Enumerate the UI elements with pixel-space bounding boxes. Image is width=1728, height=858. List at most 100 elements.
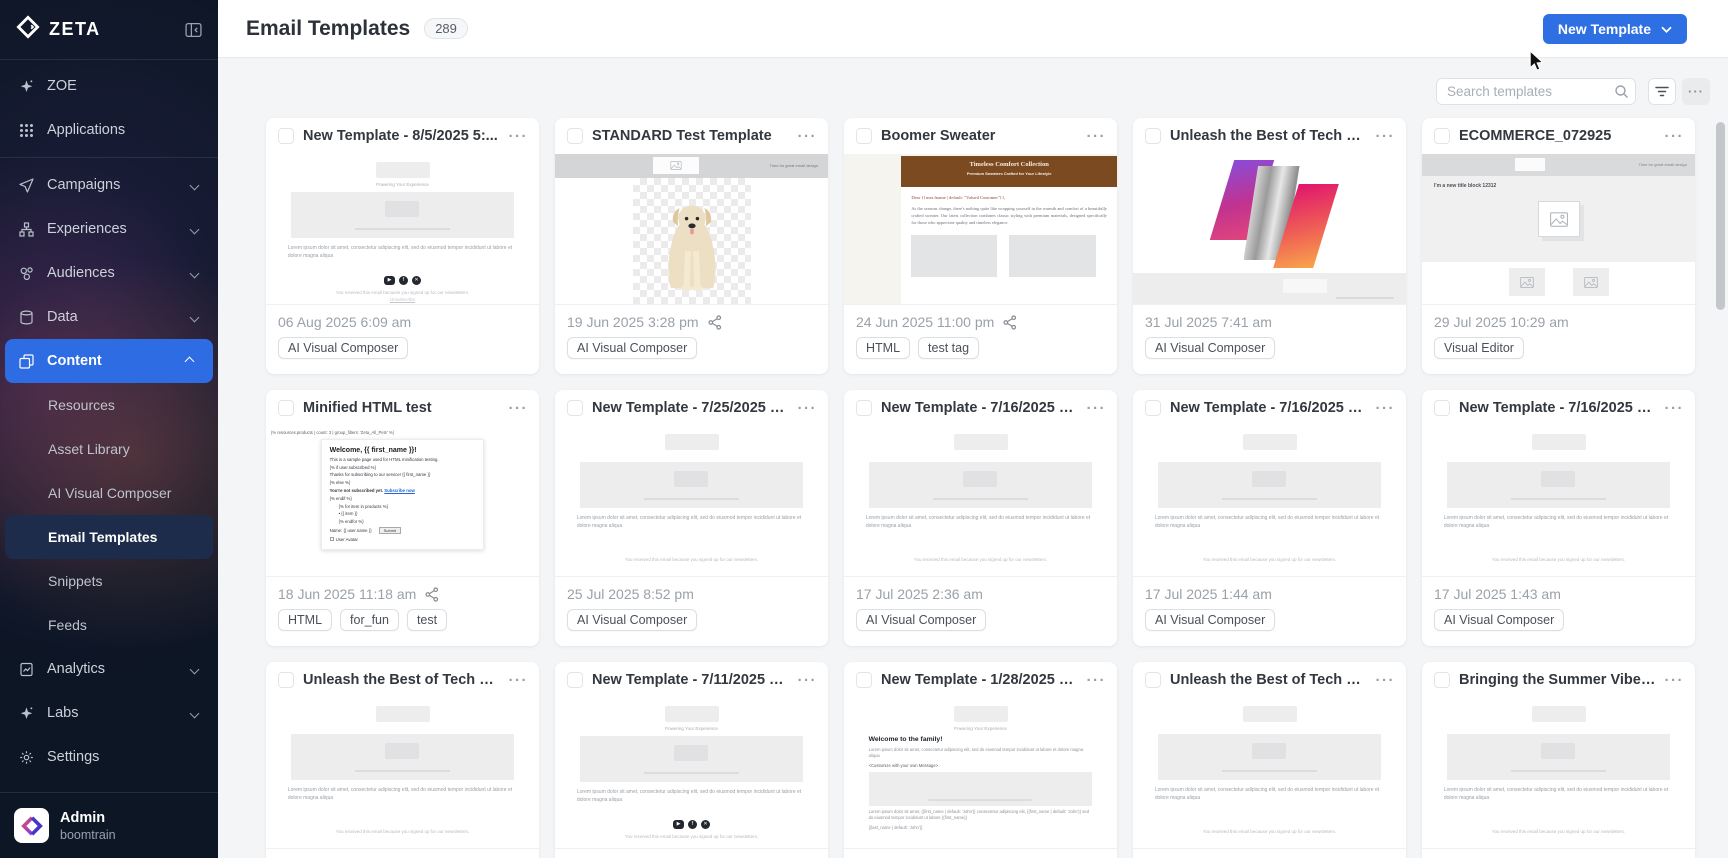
thumb-title: Welcome to the family! [869, 736, 1093, 743]
card-menu-button[interactable]: ··· [1087, 128, 1107, 145]
filter-button[interactable] [1648, 78, 1676, 105]
sidebar-item-applications[interactable]: Applications [0, 108, 218, 152]
card-menu-button[interactable]: ··· [798, 400, 818, 417]
template-card[interactable]: Unleash the Best of Tech This...··· Lore… [266, 662, 539, 858]
template-title: Unleash the Best of Tech This... [1170, 672, 1367, 688]
thumb-body-text: Lorem ipsum dolor sit amet, consectetur … [869, 747, 1093, 760]
template-tag: test tag [918, 337, 979, 359]
template-card[interactable]: New Template - 8/5/2025 5:...··· Powerin… [266, 118, 539, 374]
thumb-body-text: Lorem ipsum dolor sit amet, consectetur … [1444, 787, 1673, 803]
sidebar-item-zoe[interactable]: ZOE [0, 64, 218, 108]
facebook-icon: f [688, 820, 697, 829]
search-input[interactable] [1436, 78, 1636, 105]
x-icon: ✕ [412, 276, 421, 285]
thumb-title: Timeless Comfort Collection [901, 161, 1117, 168]
sidebar-subitem-asset-library[interactable]: Asset Library [0, 427, 218, 471]
sidebar-subitem-snippets[interactable]: Snippets [0, 559, 218, 603]
card-menu-button[interactable]: ··· [798, 672, 818, 689]
card-menu-button[interactable]: ··· [1665, 672, 1685, 689]
template-checkbox[interactable] [856, 672, 872, 688]
sidebar: ZETA ZOE Applications Campaigns Experien… [0, 0, 218, 858]
template-checkbox[interactable] [1434, 672, 1450, 688]
thumb-code-line: {% resources.products | count: 3 | group… [271, 430, 539, 435]
card-menu-button[interactable]: ··· [1087, 672, 1107, 689]
template-card[interactable]: New Template - 1/28/2025 6...··· Powerin… [844, 662, 1117, 858]
image-placeholder [1515, 158, 1545, 171]
thumb-footer-row [1422, 262, 1695, 304]
database-icon [18, 310, 35, 325]
template-title: New Template - 7/16/2025 1... [1170, 400, 1367, 416]
template-card[interactable]: New Template - 7/16/2025 4...··· Lorem i… [844, 390, 1117, 646]
card-menu-button[interactable]: ··· [1087, 400, 1107, 417]
template-card[interactable]: Minified HTML test··· {% resources.produ… [266, 390, 539, 646]
content-submenu: Resources Asset Library AI Visual Compos… [0, 383, 218, 647]
x-icon: ✕ [701, 820, 710, 829]
template-card[interactable]: ECOMMERCE_072925··· Time for great email… [1422, 118, 1695, 374]
template-checkbox[interactable] [1434, 128, 1450, 144]
chevron-down-icon [190, 708, 200, 718]
sidebar-item-experiences[interactable]: Experiences [0, 207, 218, 251]
template-checkbox[interactable] [856, 128, 872, 144]
template-checkbox[interactable] [567, 672, 583, 688]
more-options-button[interactable]: ··· [1682, 78, 1710, 105]
sidebar-item-campaigns[interactable]: Campaigns [0, 163, 218, 207]
sidebar-subitem-email-templates[interactable]: Email Templates [5, 515, 213, 559]
image-placeholder-icon [1509, 268, 1545, 296]
card-menu-button[interactable]: ··· [1376, 128, 1396, 145]
template-card[interactable]: Unleash the Best of Tech This...··· 31 J… [1133, 118, 1406, 374]
grid-icon [18, 123, 35, 138]
template-card[interactable]: New Template - 7/11/2025 8...··· Powerin… [555, 662, 828, 858]
card-menu-button[interactable]: ··· [509, 128, 529, 145]
user-profile[interactable]: Admin boomtrain [0, 792, 218, 858]
template-card[interactable]: New Template - 7/16/2025 3...··· Lorem i… [1422, 390, 1695, 646]
thumb-body-text: Lorem ipsum dolor sit amet, consectetur … [288, 787, 517, 803]
card-menu-button[interactable]: ··· [509, 400, 529, 417]
card-menu-button[interactable]: ··· [1376, 672, 1396, 689]
sidebar-item-analytics[interactable]: Analytics [0, 647, 218, 691]
template-tag: AI Visual Composer [1434, 609, 1564, 631]
sidebar-item-audiences[interactable]: Audiences [0, 251, 218, 295]
template-checkbox[interactable] [567, 400, 583, 416]
template-checkbox[interactable] [856, 400, 872, 416]
template-card[interactable]: STANDARD Test Template··· Time for great… [555, 118, 828, 374]
card-menu-button[interactable]: ··· [1376, 400, 1396, 417]
card-menu-button[interactable]: ··· [798, 128, 818, 145]
template-checkbox[interactable] [278, 672, 294, 688]
sidebar-item-content[interactable]: Content [5, 339, 213, 383]
sidebar-item-label: Campaigns [47, 177, 120, 193]
template-checkbox[interactable] [1145, 672, 1161, 688]
card-menu-button[interactable]: ··· [509, 672, 529, 689]
template-checkbox[interactable] [278, 400, 294, 416]
sidebar-subitem-feeds[interactable]: Feeds [0, 603, 218, 647]
template-checkbox[interactable] [567, 128, 583, 144]
card-menu-button[interactable]: ··· [1665, 400, 1685, 417]
template-card[interactable]: New Template - 7/25/2025 1...··· Lorem i… [555, 390, 828, 646]
avatar [14, 808, 49, 843]
template-date: 17 Jul 2025 1:43 am [1434, 586, 1561, 602]
template-checkbox[interactable] [1145, 400, 1161, 416]
card-menu-button[interactable]: ··· [1665, 128, 1685, 145]
template-card[interactable]: Unleash the Best of Tech This... ··· Lore… [1133, 662, 1406, 858]
thumb-title: Welcome, {{ first_name }}! [330, 447, 476, 454]
template-checkbox[interactable] [1145, 128, 1161, 144]
sidebar-item-data[interactable]: Data [0, 295, 218, 339]
template-checkbox[interactable] [1434, 400, 1450, 416]
sidebar-item-settings[interactable]: Settings [0, 735, 218, 779]
thumb-footer-text: You received this email because you sign… [1185, 829, 1354, 835]
template-card[interactable]: New Template - 7/16/2025 1...··· Lorem i… [1133, 390, 1406, 646]
template-card[interactable]: Bringing the Summer Vibe to...··· Lorem … [1422, 662, 1695, 858]
thumb-caption: Powering Your Experience [844, 726, 1117, 731]
search-icon[interactable] [1614, 84, 1629, 104]
new-template-button[interactable]: New Template [1543, 14, 1687, 44]
sidebar-subitem-ai-visual-composer[interactable]: AI Visual Composer [0, 471, 218, 515]
sidebar-item-labs[interactable]: Labs [0, 691, 218, 735]
thumb-body-text: Lorem ipsum dolor sit amet, consectetur … [1155, 787, 1384, 803]
template-checkbox[interactable] [278, 128, 294, 144]
sidebar-subitem-resources[interactable]: Resources [0, 383, 218, 427]
image-placeholder [1447, 734, 1671, 780]
sidebar-subitem-label: Asset Library [48, 441, 130, 457]
vertical-scrollbar[interactable] [1716, 122, 1725, 310]
thumb-caption: Powering Your Experience [555, 726, 828, 731]
sidebar-collapse-icon[interactable] [185, 22, 202, 38]
template-card[interactable]: Boomer Sweater··· Timeless Comfort Colle… [844, 118, 1117, 374]
